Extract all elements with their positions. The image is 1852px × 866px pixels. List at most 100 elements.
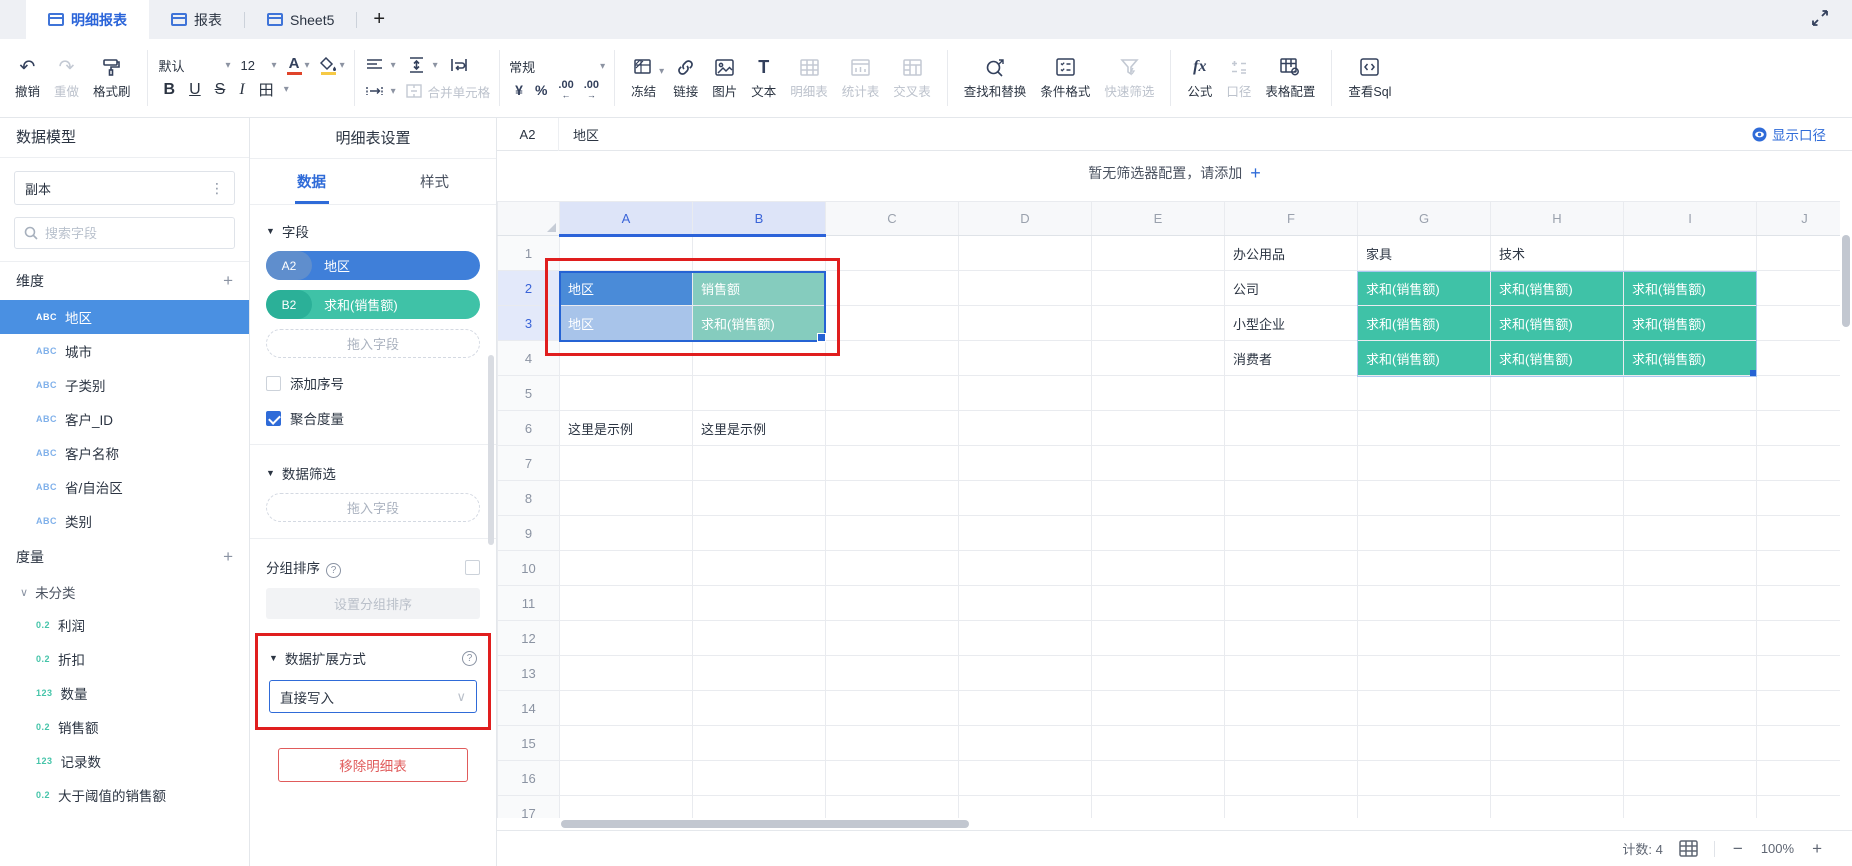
italic-button[interactable]: I bbox=[232, 81, 251, 99]
cell[interactable] bbox=[1357, 725, 1491, 761]
row-header-16[interactable]: 16 bbox=[497, 760, 560, 796]
cell[interactable] bbox=[692, 690, 826, 726]
cell[interactable] bbox=[1756, 445, 1840, 481]
cell[interactable] bbox=[1623, 655, 1757, 691]
cell[interactable] bbox=[559, 515, 693, 551]
dimension-item-customer-id[interactable]: ABC 客户_ID bbox=[0, 402, 249, 436]
cell[interactable] bbox=[1224, 760, 1358, 796]
cell-b2[interactable]: 销售额 bbox=[692, 270, 826, 306]
cell-i1[interactable]: 技术 bbox=[1490, 235, 1624, 271]
cell-f3[interactable]: 小型企业 bbox=[1224, 305, 1358, 341]
cell[interactable] bbox=[1357, 690, 1491, 726]
borders-button[interactable]: 田 bbox=[252, 79, 281, 100]
col-header-D[interactable]: D bbox=[958, 201, 1092, 236]
cell[interactable] bbox=[559, 760, 693, 796]
cell-h2[interactable]: 求和(销售额) bbox=[1490, 270, 1624, 306]
col-header-I[interactable]: I bbox=[1623, 201, 1757, 236]
fill-color-button[interactable] bbox=[319, 56, 337, 75]
chevron-down-icon[interactable]: ▾ bbox=[433, 60, 438, 71]
text-button[interactable]: T 文本 bbox=[744, 56, 783, 100]
cell[interactable] bbox=[1623, 480, 1757, 516]
cell[interactable] bbox=[1756, 235, 1840, 271]
measure-item-profit[interactable]: 0.2 利润 bbox=[0, 608, 249, 642]
cell[interactable] bbox=[1357, 550, 1491, 586]
cell[interactable] bbox=[1756, 270, 1840, 306]
cell[interactable] bbox=[825, 235, 959, 271]
formula-input[interactable]: 地区 bbox=[559, 125, 1752, 144]
dimension-item-province[interactable]: ABC 省/自治区 bbox=[0, 470, 249, 504]
cell[interactable] bbox=[958, 410, 1092, 446]
cell[interactable] bbox=[1490, 795, 1624, 818]
cell[interactable] bbox=[692, 480, 826, 516]
decrease-decimal-button[interactable]: .00 ← bbox=[553, 79, 578, 100]
link-button[interactable]: 链接 bbox=[666, 56, 705, 100]
chevron-down-icon[interactable]: ▾ bbox=[305, 60, 310, 71]
cell-i4[interactable]: 求和(销售额) bbox=[1623, 340, 1757, 376]
cell[interactable] bbox=[1357, 655, 1491, 691]
col-header-H[interactable]: H bbox=[1490, 201, 1624, 236]
fields-section-header[interactable]: ▼ 字段 bbox=[266, 221, 480, 241]
row-header-14[interactable]: 14 bbox=[497, 690, 560, 726]
cell[interactable] bbox=[692, 655, 826, 691]
set-group-sort-button[interactable]: 设置分组排序 bbox=[266, 588, 480, 619]
cell[interactable] bbox=[1623, 760, 1757, 796]
measure-item-record-count[interactable]: 123 记录数 bbox=[0, 744, 249, 778]
vertical-align-icon[interactable] bbox=[406, 54, 428, 76]
cell[interactable] bbox=[1490, 585, 1624, 621]
select-all-corner[interactable] bbox=[497, 201, 560, 236]
remove-detail-table-button[interactable]: 移除明细表 bbox=[278, 748, 468, 782]
row-header-12[interactable]: 12 bbox=[497, 620, 560, 656]
cell[interactable] bbox=[1091, 515, 1225, 551]
row-header-11[interactable]: 11 bbox=[497, 585, 560, 621]
zoom-in-button[interactable]: + bbox=[1810, 839, 1824, 859]
row-header-7[interactable]: 7 bbox=[497, 445, 560, 481]
col-header-F[interactable]: F bbox=[1224, 201, 1358, 236]
cell-name-box[interactable]: A2 bbox=[497, 118, 559, 151]
cell[interactable] bbox=[1224, 795, 1358, 818]
cell[interactable] bbox=[1224, 655, 1358, 691]
stat-table-button[interactable]: 统计表 bbox=[835, 56, 887, 100]
add-dimension-icon[interactable]: + bbox=[223, 271, 233, 291]
bold-button[interactable]: B bbox=[157, 81, 183, 99]
horizontal-scrollbar-thumb[interactable] bbox=[561, 820, 969, 828]
cell[interactable] bbox=[1224, 725, 1358, 761]
drag-field-dropzone[interactable]: 拖入字段 bbox=[266, 329, 480, 358]
cell[interactable] bbox=[559, 620, 693, 656]
cell-g1[interactable]: 办公用品 bbox=[1224, 235, 1358, 271]
row-header-2[interactable]: 2 bbox=[497, 270, 560, 306]
cell[interactable] bbox=[1623, 620, 1757, 656]
cell[interactable] bbox=[1756, 725, 1840, 761]
cell[interactable] bbox=[1623, 410, 1757, 446]
cell[interactable] bbox=[958, 515, 1092, 551]
row-header-8[interactable]: 8 bbox=[497, 480, 560, 516]
measure-item-quantity[interactable]: 123 数量 bbox=[0, 676, 249, 710]
tab-data[interactable]: 数据 bbox=[250, 159, 373, 204]
cell[interactable] bbox=[1357, 620, 1491, 656]
conditional-format-button[interactable]: 条件格式 bbox=[1033, 56, 1097, 100]
view-sql-button[interactable]: 查看Sql bbox=[1341, 56, 1398, 100]
horizontal-align-icon[interactable] bbox=[364, 54, 386, 76]
cell[interactable] bbox=[1091, 410, 1225, 446]
cell[interactable] bbox=[1756, 550, 1840, 586]
cell[interactable] bbox=[1091, 270, 1225, 306]
cell[interactable] bbox=[825, 515, 959, 551]
cell[interactable] bbox=[1490, 480, 1624, 516]
cell[interactable] bbox=[692, 445, 826, 481]
cell[interactable] bbox=[1224, 620, 1358, 656]
strikethrough-button[interactable]: S bbox=[208, 81, 233, 99]
measure-item-discount[interactable]: 0.2 折扣 bbox=[0, 642, 249, 676]
row-header-1[interactable]: 1 bbox=[497, 235, 560, 271]
row-header-13[interactable]: 13 bbox=[497, 655, 560, 691]
chevron-down-icon[interactable]: ▾ bbox=[284, 84, 289, 95]
cell[interactable] bbox=[1091, 725, 1225, 761]
cell[interactable] bbox=[1357, 480, 1491, 516]
image-button[interactable]: 图片 bbox=[705, 56, 744, 100]
cell[interactable] bbox=[559, 690, 693, 726]
cell[interactable] bbox=[1490, 725, 1624, 761]
cell[interactable] bbox=[958, 690, 1092, 726]
help-icon[interactable]: ? bbox=[462, 650, 477, 666]
font-size-select[interactable]: 12 ▾ bbox=[241, 58, 277, 73]
measure-item-sales-above-threshold[interactable]: 0.2 大于阈值的销售额 bbox=[0, 778, 249, 812]
undo-button[interactable]: ↶ 撤销 bbox=[8, 56, 47, 100]
quick-filter-button[interactable]: 快速筛选 bbox=[1097, 56, 1161, 100]
